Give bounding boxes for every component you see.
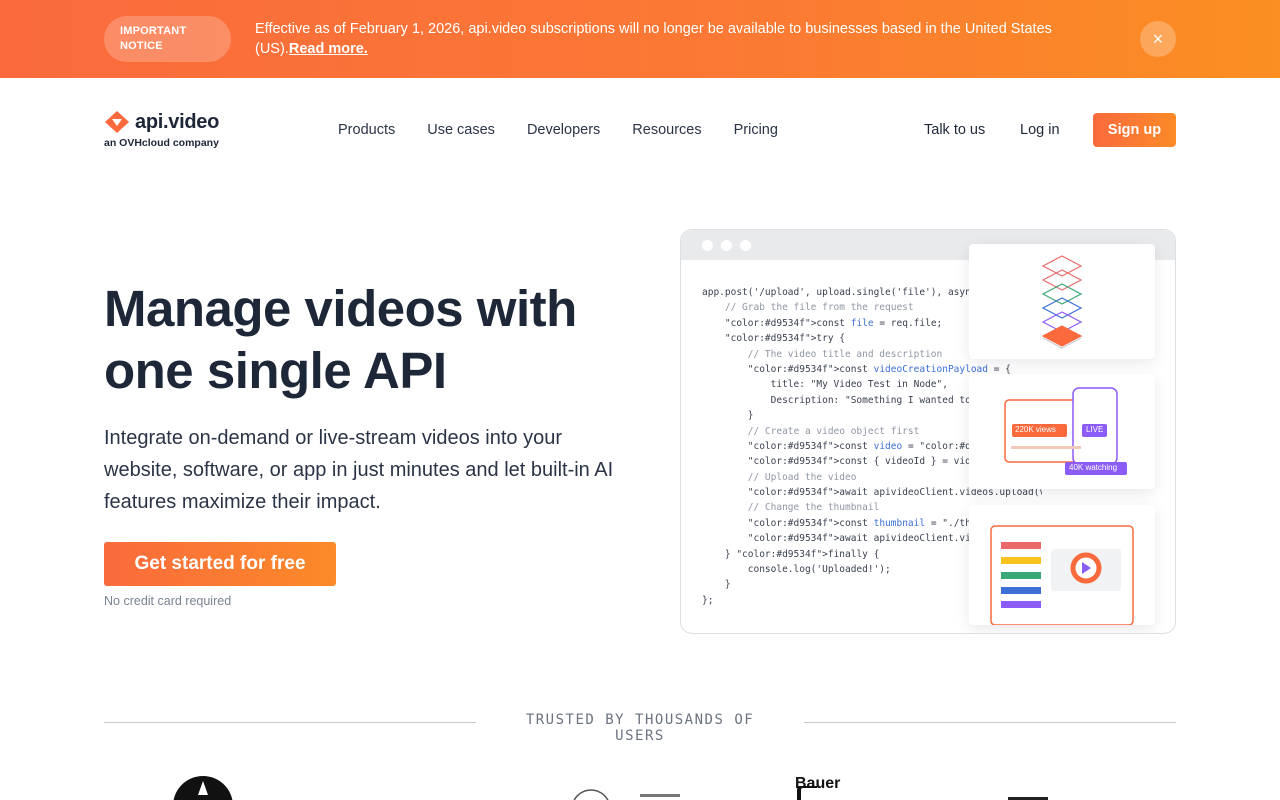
notice-message: Effective as of February 1, 2026, api.vi…	[255, 19, 1105, 59]
logo[interactable]: api.video an OVHcloud company	[104, 110, 234, 150]
hero-description: Integrate on-demand or live-stream video…	[104, 427, 614, 513]
stacked-layers-icon	[1041, 255, 1083, 349]
get-started-button[interactable]: Get started for free	[104, 542, 336, 586]
customer-logo-icon	[797, 786, 817, 800]
customer-logo-icon	[173, 776, 233, 800]
notice-badge-line1: IMPORTANT	[120, 25, 187, 37]
close-notice-button[interactable]: ×	[1140, 21, 1176, 57]
live-stream-illustration-card: 220K views LIVE 40K watching	[969, 374, 1155, 489]
hero-title-line1: Manage videos with	[104, 280, 577, 337]
nav-products[interactable]: Products	[338, 122, 395, 138]
talk-to-us-link[interactable]: Talk to us	[924, 113, 985, 147]
analytics-illustration-card	[969, 505, 1155, 626]
nav-use-cases[interactable]: Use cases	[427, 122, 495, 138]
watching-badge: 40K watching	[1069, 463, 1118, 472]
trusted-label: TRUSTED BY THOUSANDS OF USERS	[525, 712, 755, 744]
nav-pricing[interactable]: Pricing	[734, 122, 778, 138]
customer-logo-icon	[573, 789, 680, 800]
important-notice-badge: IMPORTANT NOTICE	[104, 16, 231, 62]
notice-badge-line2: NOTICE	[120, 40, 163, 52]
no-credit-card-note: No credit card required	[104, 594, 232, 608]
views-badge: 220K views	[1015, 425, 1056, 434]
logo-subtitle: an OVHcloud company	[104, 137, 219, 149]
code-preview-window: app.post('/upload', upload.single('file'…	[680, 229, 1176, 634]
nav-developers[interactable]: Developers	[527, 122, 600, 138]
window-dot-icon	[740, 240, 751, 251]
live-stream-devices-icon	[1004, 387, 1127, 475]
analytics-dashboard-icon	[990, 525, 1134, 626]
notice-message-text: Effective as of February 1, 2026, api.vi…	[255, 21, 1052, 57]
trusted-divider-left	[104, 722, 476, 723]
announcement-bar: IMPORTANT NOTICE Effective as of Februar…	[0, 0, 1280, 78]
hero-title: Manage videos with one single API	[104, 278, 664, 402]
live-badge: LIVE	[1086, 425, 1104, 434]
sign-up-button[interactable]: Sign up	[1093, 113, 1176, 147]
logo-name: api.video	[135, 111, 219, 133]
layers-illustration-card	[969, 244, 1155, 359]
trusted-divider-right	[804, 722, 1176, 723]
log-in-link[interactable]: Log in	[1020, 113, 1060, 147]
window-dot-icon	[721, 240, 732, 251]
read-more-link[interactable]: Read more.	[289, 41, 368, 57]
hero-title-line2: one single API	[104, 342, 447, 399]
api-video-logo-icon	[105, 111, 129, 133]
site-header: api.video an OVHcloud company Products U…	[0, 78, 1280, 182]
main-nav: Products Use cases Developers Resources …	[338, 122, 778, 138]
window-dot-icon	[702, 240, 713, 251]
nav-resources[interactable]: Resources	[632, 122, 701, 138]
